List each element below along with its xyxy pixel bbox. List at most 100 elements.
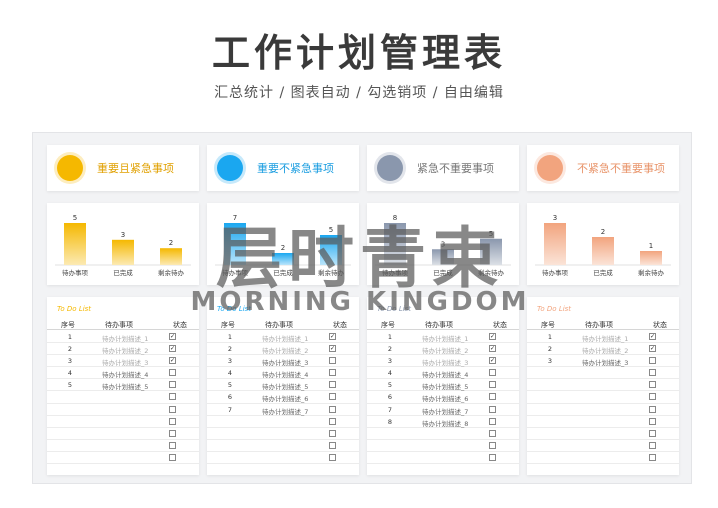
task-description[interactable]: 待办计划描述_2 [422, 345, 468, 355]
table-row [47, 440, 199, 452]
status-checkbox-checked[interactable]: ✓ [169, 357, 176, 365]
status-checkbox[interactable] [649, 429, 656, 437]
task-description[interactable]: 待办计划描述_3 [422, 357, 468, 367]
quadrant-header: 紧急不重要事项 [367, 145, 519, 191]
task-description[interactable]: 待办计划描述_1 [422, 333, 468, 343]
task-description[interactable]: 待办计划描述_2 [582, 345, 628, 355]
status-checkbox[interactable] [329, 393, 336, 401]
status-checkbox[interactable] [169, 441, 176, 449]
status-checkbox[interactable] [329, 417, 336, 425]
status-checkbox[interactable] [169, 369, 176, 377]
status-checkbox[interactable] [649, 405, 656, 413]
column-header-task: 待办事项 [265, 321, 293, 329]
table-row [527, 379, 679, 392]
status-checkbox[interactable] [649, 369, 656, 377]
table-row: 2 待办计划描述_2 ✓ [527, 343, 679, 356]
row-number: 3 [67, 357, 73, 366]
task-description[interactable]: 待办计划描述_3 [262, 357, 308, 367]
task-description[interactable]: 待办计划描述_1 [102, 333, 148, 343]
chart-bar [160, 248, 182, 265]
status-checkbox[interactable] [329, 405, 336, 413]
status-checkbox[interactable] [489, 429, 496, 437]
column-header-status: 状态 [173, 321, 187, 329]
task-description[interactable]: 待办计划描述_2 [102, 345, 148, 355]
task-description[interactable]: 待办计划描述_7 [422, 406, 468, 416]
row-number: 1 [547, 333, 553, 341]
status-checkbox-checked[interactable]: ✓ [329, 345, 336, 353]
column-header-no: 序号 [541, 321, 555, 329]
status-checkbox[interactable] [489, 369, 496, 377]
status-checkbox[interactable] [649, 417, 656, 425]
table-row: 4 待办计划描述_4 [367, 367, 519, 380]
task-description[interactable]: 待办计划描述_3 [582, 357, 628, 367]
row-number: 3 [227, 357, 233, 366]
status-checkbox-checked[interactable]: ✓ [169, 345, 176, 353]
task-description[interactable]: 待办计划描述_8 [422, 418, 468, 428]
data-label: 3 [441, 240, 445, 248]
status-checkbox[interactable] [649, 453, 656, 461]
status-checkbox[interactable] [169, 405, 176, 413]
todo-list-card: To Do List 序号 待办事项 状态 1 待办计划描述_1 ✓ 2 待办计划描述_2 ✓ 3 待… [527, 297, 679, 475]
column-header-task: 待办事项 [105, 321, 133, 329]
task-description[interactable]: 待办计划描述_5 [422, 381, 468, 391]
status-checkbox[interactable] [489, 417, 496, 425]
task-description[interactable]: 待办计划描述_6 [262, 393, 308, 403]
task-description[interactable]: 待办计划描述_1 [262, 333, 308, 343]
table-row [527, 391, 679, 404]
status-checkbox-checked[interactable]: ✓ [329, 333, 336, 340]
table-row [207, 416, 359, 428]
status-checkbox[interactable] [329, 369, 336, 377]
status-checkbox[interactable] [489, 393, 496, 401]
table-row [527, 404, 679, 416]
category-label: 剩余待办 [638, 268, 665, 277]
quadrant-color-dot [377, 155, 403, 181]
status-checkbox[interactable] [169, 393, 176, 401]
category-label: 待办事项 [542, 268, 569, 277]
quadrant-title: 不紧急不重要事项 [577, 162, 665, 175]
status-checkbox-checked[interactable]: ✓ [169, 333, 176, 340]
column-header-status: 状态 [333, 321, 347, 329]
task-description[interactable]: 待办计划描述_2 [262, 345, 308, 355]
quadrant-color-dot [217, 155, 243, 181]
category-label: 待办事项 [62, 268, 89, 277]
task-description[interactable]: 待办计划描述_5 [102, 381, 148, 391]
status-checkbox[interactable] [329, 453, 336, 461]
status-checkbox[interactable] [169, 381, 176, 389]
status-checkbox[interactable] [169, 429, 176, 437]
status-checkbox-checked[interactable]: ✓ [649, 333, 656, 340]
quadrant-header: 不紧急不重要事项 [527, 145, 679, 191]
status-checkbox[interactable] [329, 429, 336, 437]
task-description[interactable]: 待办计划描述_4 [262, 369, 308, 379]
status-checkbox-checked[interactable]: ✓ [489, 345, 496, 353]
todo-list-title: To Do List [537, 305, 572, 313]
status-checkbox[interactable] [489, 453, 496, 461]
status-checkbox[interactable] [169, 453, 176, 461]
status-checkbox[interactable] [489, 441, 496, 449]
status-checkbox[interactable] [649, 441, 656, 449]
table-row [47, 391, 199, 404]
status-checkbox[interactable] [329, 381, 336, 389]
status-checkbox[interactable] [329, 357, 336, 365]
table-row: 2 待办计划描述_2 ✓ [47, 343, 199, 356]
status-checkbox-checked[interactable]: ✓ [489, 333, 496, 340]
data-label: 5 [73, 214, 77, 222]
task-description[interactable]: 待办计划描述_4 [422, 369, 468, 379]
row-number: 6 [227, 393, 233, 402]
status-checkbox[interactable] [489, 381, 496, 389]
task-description[interactable]: 待办计划描述_7 [262, 406, 308, 416]
category-label: 待办事项 [222, 268, 249, 277]
status-checkbox[interactable] [649, 381, 656, 389]
task-description[interactable]: 待办计划描述_1 [582, 333, 628, 343]
task-description[interactable]: 待办计划描述_4 [102, 369, 148, 379]
status-checkbox[interactable] [329, 441, 336, 449]
task-description[interactable]: 待办计划描述_3 [102, 357, 148, 367]
status-checkbox[interactable] [649, 393, 656, 401]
task-description[interactable]: 待办计划描述_6 [422, 393, 468, 403]
table-row: 7 待办计划描述_7 [207, 404, 359, 416]
status-checkbox-checked[interactable]: ✓ [489, 357, 496, 365]
status-checkbox[interactable] [169, 417, 176, 425]
status-checkbox-checked[interactable]: ✓ [649, 345, 656, 353]
status-checkbox[interactable] [649, 357, 656, 365]
task-description[interactable]: 待办计划描述_5 [262, 381, 308, 391]
status-checkbox[interactable] [489, 405, 496, 413]
